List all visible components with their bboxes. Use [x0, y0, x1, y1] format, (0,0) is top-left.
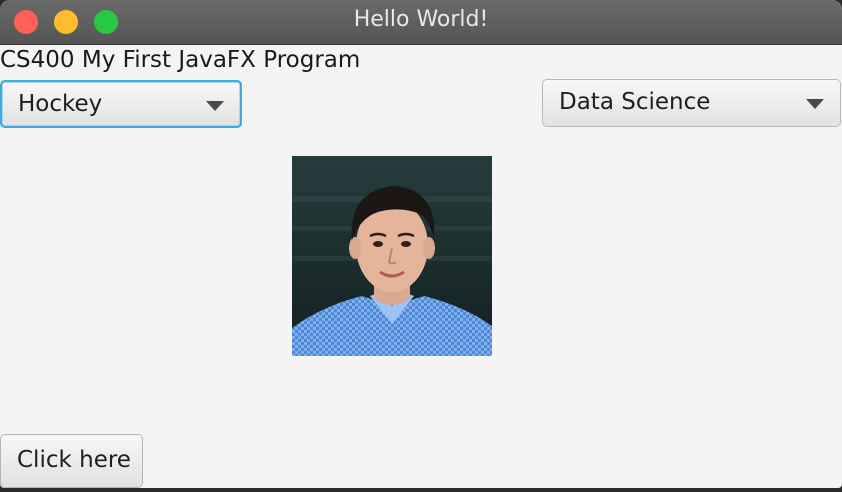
chevron-down-icon: [206, 101, 224, 111]
app-window: Hello World! CS400 My First JavaFX Progr…: [0, 0, 842, 488]
profile-photo: [292, 156, 492, 356]
hobby-combobox[interactable]: Hockey: [0, 80, 242, 128]
click-here-button-label: Click here: [17, 447, 131, 473]
chevron-down-icon: [806, 99, 824, 109]
click-here-button[interactable]: Click here: [0, 434, 143, 488]
window-title: Hello World!: [353, 7, 489, 32]
hobby-combobox-value: Hockey: [18, 91, 103, 117]
interest-combobox[interactable]: Data Science: [542, 79, 841, 127]
interest-combobox-value: Data Science: [559, 89, 711, 115]
program-heading: CS400 My First JavaFX Program: [0, 47, 361, 73]
portrait-image: [292, 156, 492, 356]
title-bar[interactable]: Hello World!: [0, 0, 842, 45]
